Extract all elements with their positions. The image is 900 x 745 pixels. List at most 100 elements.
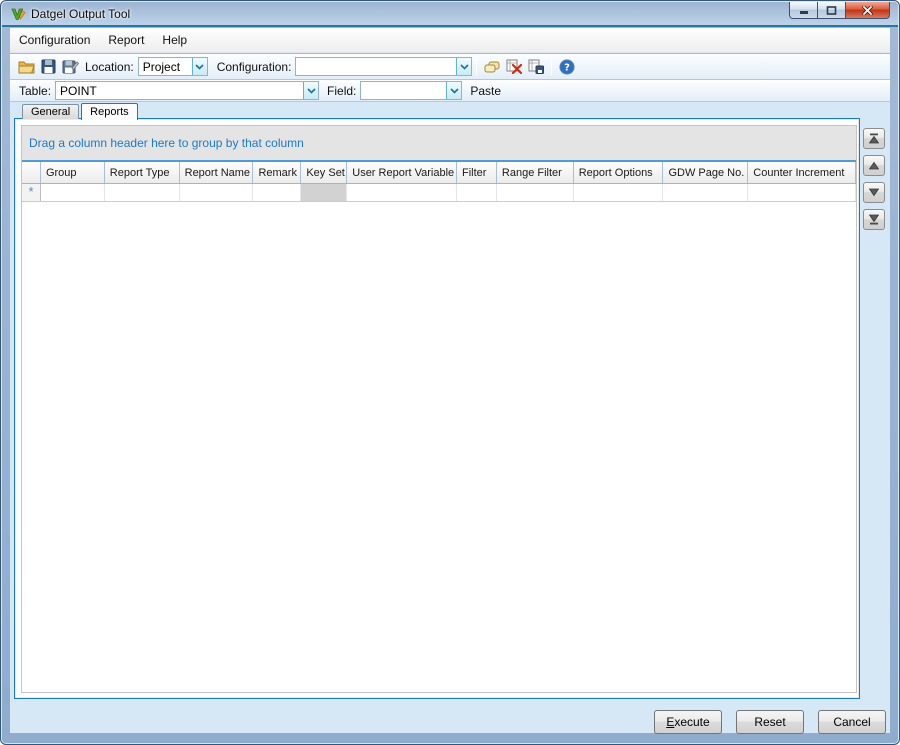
location-value: Project — [139, 58, 192, 75]
move-up-icon — [869, 161, 879, 170]
field-value — [361, 82, 446, 99]
minimize-icon — [799, 6, 809, 15]
column-header-range-filter[interactable]: Range Filter — [497, 162, 574, 183]
chevron-down-icon — [460, 64, 469, 70]
configuration-value — [296, 58, 456, 75]
save-settings-icon — [528, 59, 544, 74]
menu-item-help[interactable]: Help — [153, 28, 196, 52]
reports-grid: Drag a column header here to group by th… — [21, 125, 857, 693]
column-header-report-type[interactable]: Report Type — [105, 162, 180, 183]
menu-item-configuration[interactable]: Configuration — [10, 28, 99, 52]
open-folder-icon — [18, 59, 35, 74]
table-dropdown-button[interactable] — [303, 82, 318, 99]
cancel-button[interactable]: Cancel — [818, 710, 886, 734]
close-icon — [862, 6, 873, 15]
new-row-cell-group[interactable] — [41, 184, 105, 201]
field-label: Field: — [327, 84, 356, 98]
move-bottom-icon — [869, 214, 879, 225]
minimize-button[interactable] — [789, 2, 818, 19]
app-logo-icon — [10, 6, 26, 22]
delete-settings-button[interactable] — [504, 57, 524, 77]
move-top-icon — [869, 133, 879, 144]
new-row-cell-range-filter[interactable] — [497, 184, 574, 201]
open-button[interactable] — [16, 57, 36, 77]
new-row-cell-remark[interactable] — [253, 184, 301, 201]
field-combobox[interactable] — [360, 81, 462, 100]
column-header-counter-increment[interactable]: Counter Increment — [748, 162, 856, 183]
tab-general[interactable]: General — [22, 104, 79, 119]
help-icon: ? — [559, 59, 575, 75]
new-row-cell-key-set — [301, 184, 347, 201]
configuration-combobox[interactable] — [295, 57, 472, 76]
column-header-group[interactable]: Group — [41, 162, 105, 183]
chevron-down-icon — [195, 64, 204, 70]
column-header-report-options[interactable]: Report Options — [574, 162, 664, 183]
column-header-remark[interactable]: Remark — [253, 162, 301, 183]
table-label: Table: — [19, 84, 51, 98]
app-window: Datgel Output Tool ConfigurationReportHe… — [0, 0, 900, 745]
field-dropdown-button[interactable] — [446, 82, 461, 99]
new-row-cell-gdw-page-no[interactable] — [663, 184, 748, 201]
reset-button-label: Reset — [754, 715, 785, 729]
help-button[interactable]: ? — [557, 57, 577, 77]
chevron-down-icon — [450, 88, 459, 94]
move-down-icon — [869, 188, 879, 197]
configuration-dropdown-button[interactable] — [456, 58, 471, 75]
new-row-cell-counter-increment[interactable] — [748, 184, 856, 201]
group-by-panel[interactable]: Drag a column header here to group by th… — [22, 126, 856, 160]
new-row-cell-report-name[interactable] — [180, 184, 254, 201]
group-by-hint: Drag a column header here to group by th… — [29, 136, 304, 150]
row-move-buttons — [863, 128, 885, 230]
reports-tab-panel: Drag a column header here to group by th… — [14, 118, 860, 699]
move-up-button[interactable] — [863, 155, 885, 176]
toolbar-separator — [476, 58, 477, 75]
new-row-cell-filter[interactable] — [457, 184, 497, 201]
execute-button-label: Execute — [666, 715, 709, 729]
move-down-button[interactable] — [863, 182, 885, 203]
chevron-down-icon — [307, 88, 316, 94]
move-top-button[interactable] — [863, 128, 885, 149]
new-row-indicator: * — [22, 184, 41, 201]
column-header-gdw-page-no[interactable]: GDW Page No. — [663, 162, 748, 183]
configuration-label: Configuration: — [217, 60, 292, 74]
column-header-report-name[interactable]: Report Name — [180, 162, 254, 183]
location-combobox[interactable]: Project — [138, 57, 208, 76]
svg-text:?: ? — [565, 62, 571, 73]
execute-button[interactable]: Execute — [654, 710, 722, 734]
menu-item-report[interactable]: Report — [99, 28, 153, 52]
location-label: Location: — [85, 60, 134, 74]
row-indicator-header — [22, 162, 41, 183]
close-button[interactable] — [845, 2, 890, 19]
copy-settings-icon — [484, 60, 500, 74]
save-settings-button[interactable] — [526, 57, 546, 77]
move-bottom-button[interactable] — [863, 209, 885, 230]
grid-new-row[interactable]: * — [22, 184, 856, 202]
maximize-button[interactable] — [818, 2, 845, 19]
window-controls — [789, 2, 890, 19]
save-icon — [41, 59, 56, 74]
cancel-button-label: Cancel — [833, 715, 870, 729]
save-button[interactable] — [38, 57, 58, 77]
column-header-key-set[interactable]: Key Set — [301, 162, 347, 183]
new-row-cell-report-type[interactable] — [105, 184, 180, 201]
table-combobox[interactable]: POINT — [55, 81, 319, 100]
location-dropdown-button[interactable] — [192, 58, 207, 75]
paste-button[interactable]: Paste — [470, 84, 501, 98]
save-as-button[interactable] — [60, 57, 80, 77]
window-title: Datgel Output Tool — [31, 7, 130, 21]
new-row-cell-report-options[interactable] — [574, 184, 664, 201]
maximize-icon — [826, 6, 837, 15]
table-value: POINT — [56, 82, 303, 99]
main-toolbar: Location: Project Configuration: — [10, 54, 890, 80]
column-header-filter[interactable]: Filter — [457, 162, 497, 183]
toolbar-separator — [551, 58, 552, 75]
new-row-cell-user-report-variable[interactable] — [347, 184, 457, 201]
tab-strip: GeneralReports — [14, 103, 138, 119]
menu-bar: ConfigurationReportHelp — [10, 28, 890, 53]
column-header-user-report-variable[interactable]: User Report Variable — [347, 162, 457, 183]
tab-reports[interactable]: Reports — [81, 103, 138, 120]
reset-button[interactable]: Reset — [736, 710, 804, 734]
copy-settings-button[interactable] — [482, 57, 502, 77]
title-bar: Datgel Output Tool — [2, 2, 898, 27]
table-field-toolbar: Table: POINT Field: Paste — [10, 80, 890, 102]
